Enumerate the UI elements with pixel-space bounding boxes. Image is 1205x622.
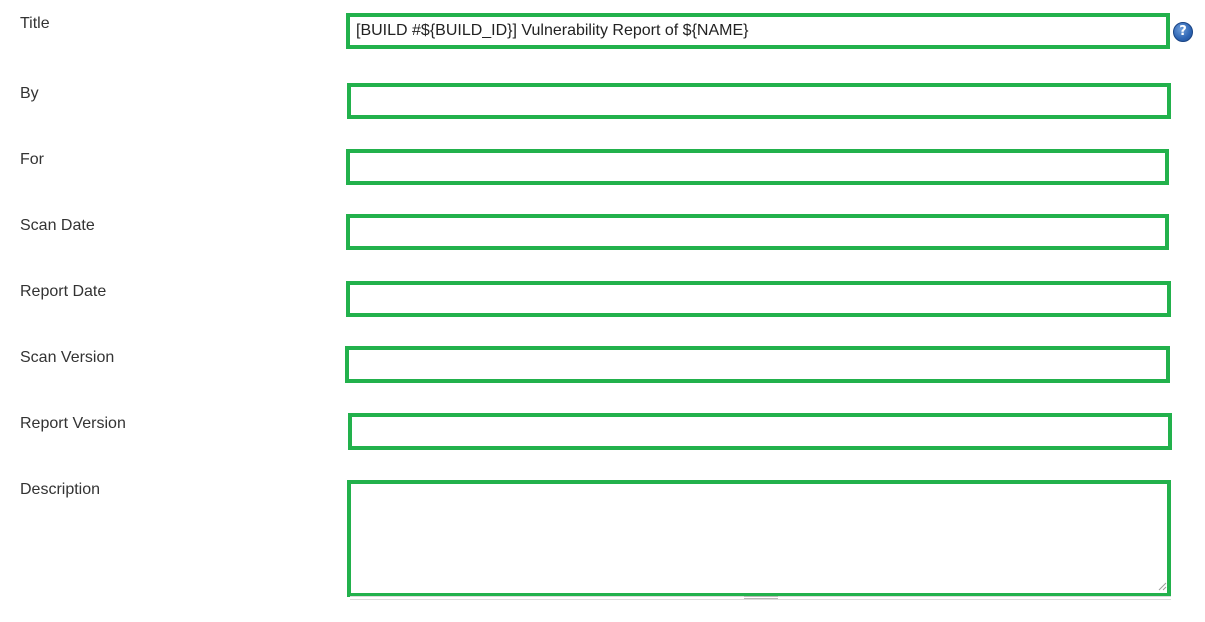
title-input[interactable] (346, 13, 1170, 49)
report-date-label: Report Date (20, 283, 107, 300)
textarea-drag-handle[interactable] (744, 596, 778, 599)
title-label: Title (20, 15, 50, 32)
by-label: By (20, 85, 39, 102)
description-textarea[interactable] (347, 480, 1171, 597)
report-version-label: Report Version (20, 415, 126, 432)
for-label: For (20, 151, 44, 168)
for-input[interactable] (346, 149, 1169, 185)
scan-version-input[interactable] (345, 346, 1170, 383)
scan-date-input[interactable] (346, 214, 1169, 250)
resize-grip-icon[interactable] (1158, 582, 1167, 591)
description-label: Description (20, 481, 101, 498)
by-input[interactable] (347, 83, 1171, 119)
report-version-input[interactable] (348, 413, 1172, 450)
help-icon[interactable]: ? (1173, 22, 1193, 42)
report-date-input[interactable] (346, 281, 1171, 317)
scan-version-label: Scan Version (20, 349, 115, 366)
scan-date-label: Scan Date (20, 217, 95, 234)
